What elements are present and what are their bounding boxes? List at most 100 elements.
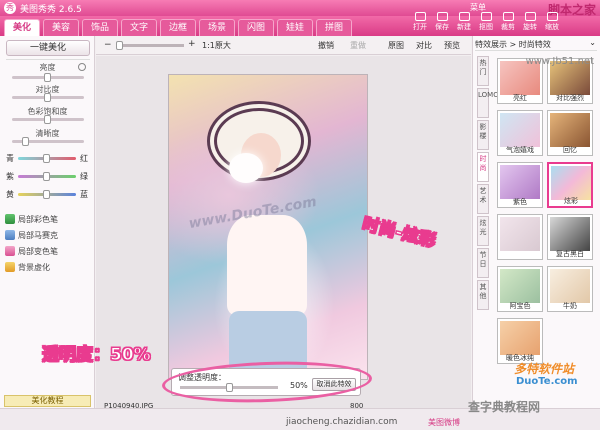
app-logo-icon: 秀 <box>4 2 16 14</box>
mosaic-icon <box>5 230 15 240</box>
tab-face[interactable]: 美容 <box>43 19 79 36</box>
blur-icon <box>5 262 15 272</box>
divider <box>6 59 90 60</box>
slider-knob[interactable] <box>116 41 123 50</box>
cutout-button[interactable]: 抠图 <box>476 12 496 32</box>
cyan-red-slider[interactable] <box>18 154 76 163</box>
purple-green-slider[interactable] <box>18 172 76 181</box>
right-panel: 特效展示 > 时尚特效 ⌄ 热门 LOMO 影楼 时尚 艺术 炫光 节日 其他 … <box>472 36 600 408</box>
cutout-icon <box>480 12 492 21</box>
preview-button[interactable]: 预览 <box>444 40 460 51</box>
save-icon <box>436 12 448 21</box>
crop-button[interactable]: 裁剪 <box>498 12 518 32</box>
effect-thumb-memory[interactable]: 回忆 <box>547 110 593 156</box>
yellow-blue-slider[interactable] <box>18 190 76 199</box>
undo-button[interactable]: 撤销 <box>318 40 334 51</box>
effect-preview <box>500 269 540 303</box>
effect-thumb-colorful[interactable]: 炫彩 <box>547 162 593 208</box>
slider-knob[interactable] <box>44 93 51 102</box>
resize-button[interactable]: 缩放 <box>542 12 562 32</box>
duote-url: DuoTe.com <box>516 376 578 387</box>
chevron-down-icon[interactable]: ⌄ <box>589 38 596 47</box>
effect-thumb-abao[interactable]: 阿宝色 <box>497 266 543 312</box>
local-mosaic-option[interactable]: 局部马赛克 <box>5 230 58 241</box>
crop-icon <box>502 12 514 21</box>
tab-accessory[interactable]: 饰品 <box>82 19 118 36</box>
effect-preview <box>550 113 590 147</box>
slider-knob[interactable] <box>43 172 50 181</box>
tab-lomo[interactable]: LOMO <box>477 88 499 118</box>
save-button[interactable]: 保存 <box>432 12 452 32</box>
effect-thumb-milk[interactable]: 牛奶 <box>547 266 593 312</box>
slider-knob[interactable] <box>44 115 51 124</box>
tutorial-button[interactable]: 美化教程 <box>4 395 91 407</box>
redo-button[interactable]: 重做 <box>350 40 366 51</box>
menu-link[interactable]: 菜单 <box>470 2 486 13</box>
annotation-opacity: 透明度：50% <box>42 345 152 366</box>
compare-button[interactable]: 对比 <box>416 40 432 51</box>
slider-knob[interactable] <box>22 137 29 146</box>
contrast-slider[interactable] <box>12 93 84 102</box>
tab-text[interactable]: 文字 <box>121 19 157 36</box>
reset-icon[interactable] <box>78 63 86 71</box>
weibo-link[interactable]: 美图微博 <box>428 417 460 428</box>
tab-fashion[interactable]: 时尚 <box>477 152 489 182</box>
effect-thumb-bubbles[interactable]: 气泡嬉戏 <box>497 110 543 156</box>
slider-knob[interactable] <box>43 154 50 163</box>
effect-thumb-purple[interactable]: 紫色 <box>497 162 543 208</box>
zoom-in-icon[interactable]: + <box>188 39 196 49</box>
effect-thumb-warm[interactable]: 暖色冰纯 <box>497 318 543 364</box>
rotate-icon <box>524 12 536 21</box>
open-button[interactable]: 打开 <box>410 12 430 32</box>
brightness-slider[interactable] <box>12 73 84 82</box>
canvas-toolbar: − + 1:1原大 撤销 重做 原图 对比 预览 <box>96 36 471 55</box>
tab-art[interactable]: 艺术 <box>477 184 489 214</box>
tab-scene[interactable]: 场景 <box>199 19 235 36</box>
tab-studio[interactable]: 影楼 <box>477 120 489 150</box>
duote-logo: 多特软件站 <box>514 362 575 376</box>
tab-holiday[interactable]: 节日 <box>477 248 489 278</box>
cyan-label: 青 <box>6 154 14 163</box>
tab-other[interactable]: 其他 <box>477 280 489 310</box>
slider-knob[interactable] <box>43 190 50 199</box>
local-color-pen-option[interactable]: 局部彩色笔 <box>5 214 58 225</box>
background-blur-option[interactable]: 背景虚化 <box>5 262 50 273</box>
watermark-url: www.Jb51.net <box>525 56 594 67</box>
slider-knob[interactable] <box>44 73 51 82</box>
one-key-beautify-button[interactable]: 一键美化 <box>6 40 90 56</box>
tab-glow[interactable]: 炫光 <box>477 216 489 246</box>
tab-beautify[interactable]: 美化 <box>4 19 40 36</box>
app-title: 美图秀秀 2.6.5 <box>20 5 82 15</box>
new-button[interactable]: 新建 <box>454 12 474 32</box>
green-label: 绿 <box>80 172 88 181</box>
effect-preview <box>550 217 590 251</box>
sharpness-label: 清晰度 <box>35 129 60 138</box>
effect-preview <box>550 269 590 303</box>
actual-size-button[interactable]: 1:1原大 <box>202 40 231 51</box>
red-label: 红 <box>80 154 88 163</box>
resize-icon <box>546 12 558 21</box>
rotate-button[interactable]: 旋转 <box>520 12 540 32</box>
zoom-out-icon[interactable]: − <box>104 40 112 50</box>
effect-preview <box>551 166 591 200</box>
sharpness-slider[interactable] <box>12 137 84 146</box>
effect-thumb-vintage-bw[interactable]: 复古黑白 <box>547 214 593 260</box>
zoom-slider[interactable] <box>116 41 184 50</box>
local-recolor-pen-option[interactable]: 局部变色笔 <box>5 246 58 257</box>
saturation-slider[interactable] <box>12 115 84 124</box>
effect-preview <box>500 217 540 251</box>
photo-cotton-candy <box>229 153 263 183</box>
tab-frame[interactable]: 边框 <box>160 19 196 36</box>
effect-thumb-blank[interactable] <box>497 214 543 260</box>
site-stamp: 查字典教程网 <box>468 400 541 414</box>
yellow-label: 黄 <box>6 190 14 199</box>
effect-preview <box>500 321 540 355</box>
tab-flash[interactable]: 闪图 <box>238 19 274 36</box>
recolor-pen-icon <box>5 246 15 256</box>
tab-collage[interactable]: 拼图 <box>316 19 352 36</box>
tab-doll[interactable]: 娃娃 <box>277 19 313 36</box>
photo-body <box>227 215 307 315</box>
original-button[interactable]: 原图 <box>388 40 404 51</box>
tab-hot[interactable]: 热门 <box>477 56 489 86</box>
divider <box>475 50 597 51</box>
